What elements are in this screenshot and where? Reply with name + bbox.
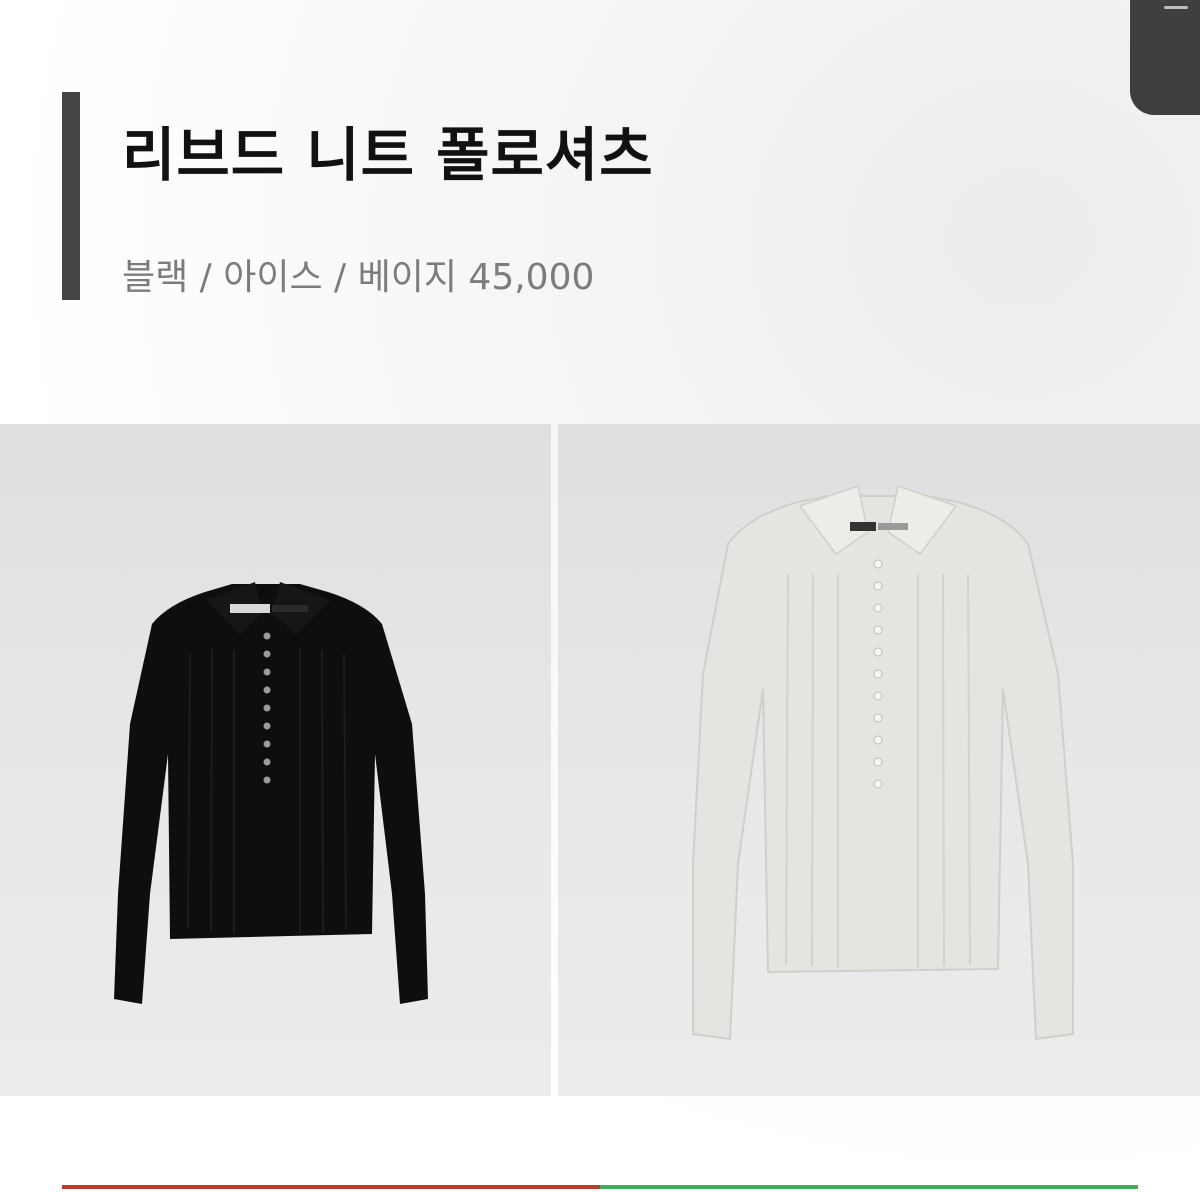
divider-red — [62, 1185, 600, 1189]
ice-polo-photo[interactable] — [558, 424, 1200, 1096]
ice-polo-shirt — [692, 485, 1074, 1041]
product-page: 리브드 니트 폴로셔츠 블랙 / 아이스 / 베이지 45,000 — [0, 0, 1200, 1192]
corner-menu-tab[interactable] — [1130, 0, 1200, 115]
tab-handle-icon — [1164, 6, 1188, 9]
divider-green — [600, 1185, 1138, 1189]
product-title: 리브드 니트 폴로셔츠 — [122, 121, 654, 189]
title-accent-bar — [62, 92, 80, 300]
black-polo-image — [114, 582, 428, 1004]
ice-polo-image — [692, 485, 1074, 1041]
black-polo-photo[interactable] — [0, 424, 551, 1096]
product-variants-price: 블랙 / 아이스 / 베이지 45,000 — [122, 257, 595, 298]
black-polo-shirt — [114, 582, 428, 1004]
